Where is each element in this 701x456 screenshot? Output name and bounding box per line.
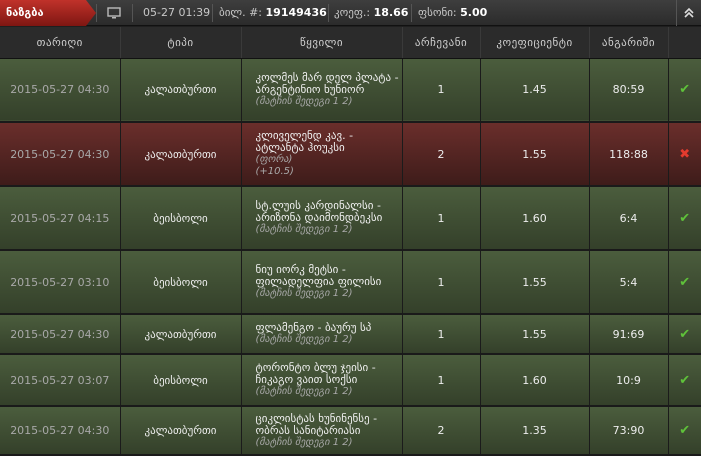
row-odds: 1.45 xyxy=(480,58,590,123)
table-row[interactable]: 2015-05-27 04:30 კალათბურთი ფლამენგო - ბაუ… xyxy=(0,314,701,355)
market-name: (მატჩის შედეგი 1 2) xyxy=(255,386,353,397)
row-choice: 2 xyxy=(402,122,481,187)
row-event: კოლმეს მარ დელ პლატა - არგენტინიო ხუნიორ… xyxy=(241,58,403,123)
fund-info: ფსონი: 5.00 xyxy=(418,0,487,26)
row-score: 6:4 xyxy=(589,186,669,251)
row-score: 80:59 xyxy=(589,58,669,123)
double-chevron-up-icon[interactable] xyxy=(676,0,701,26)
col-odds: კოეფიციენტი xyxy=(480,27,590,59)
col-choice: არჩევანი xyxy=(402,27,481,59)
market-name: (მატჩის შედეგი 1 2) xyxy=(255,224,353,235)
cross-icon: ✖ xyxy=(679,146,691,162)
event-name: ფლამენგო - ბაურუ სპ xyxy=(255,321,372,334)
row-type: ბეისბოლი xyxy=(120,186,242,251)
divider xyxy=(212,4,213,22)
row-type: ბეისბოლი xyxy=(120,354,242,407)
handicap-value: (+10.5) xyxy=(255,166,294,177)
ticket-number: 19149436 xyxy=(265,6,327,19)
row-date: 2015-05-27 04:30 xyxy=(0,58,121,123)
check-icon: ✔ xyxy=(679,372,691,388)
market-name: (მატჩის შედეგი 1 2) xyxy=(255,288,353,299)
row-score: 5:4 xyxy=(589,250,669,315)
row-event: სტ.ლუის კარდინალსი - არიზონა დაიმონდბეკს… xyxy=(241,186,403,251)
row-odds: 1.55 xyxy=(480,122,590,187)
coef-label: კოეფ.: xyxy=(334,6,371,19)
table-row[interactable]: 2015-05-27 04:30 კალათბურთი ციკლისტას ხუნი… xyxy=(0,406,701,456)
row-odds: 1.60 xyxy=(480,354,590,407)
row-type: კალათბურთი xyxy=(120,122,242,187)
bets-table: თარიღი ტიპი წყვილი არჩევანი კოეფიციენტი … xyxy=(0,27,701,456)
coef-info: კოეფ.: 18.66 xyxy=(334,0,408,26)
row-odds: 1.55 xyxy=(480,314,590,355)
table-row[interactable]: 2015-05-27 03:07 ბეისბოლი ტორონტო ბლუ ჯეის… xyxy=(0,354,701,407)
event-name: კოლმეს მარ დელ პლატა - არგენტინიო ხუნიორ xyxy=(255,70,399,96)
row-odds: 1.60 xyxy=(480,186,590,251)
row-odds: 1.55 xyxy=(480,250,590,315)
market-name: (მატჩის შედეგი 1 2) xyxy=(255,436,353,448)
fund-value: 5.00 xyxy=(460,6,488,19)
row-score: 10:9 xyxy=(589,354,669,407)
row-choice: 1 xyxy=(402,354,481,407)
row-date: 2015-05-27 04:30 xyxy=(0,314,121,355)
table-row[interactable]: 2015-05-27 04:30 კალათბურთი კოლმეს მარ დელ… xyxy=(0,58,701,123)
row-event: ფლამენგო - ბაურუ სპ (მატჩის შედეგი 1 2) xyxy=(241,314,403,355)
monitor-icon[interactable] xyxy=(107,6,121,20)
row-type: კალათბურთი xyxy=(120,314,242,355)
col-status xyxy=(668,27,701,59)
row-date: 2015-05-27 04:30 xyxy=(0,406,121,456)
row-event: ტორონტო ბლუ ჯეისი - ჩიკაგო ვაით სოქსი (მა… xyxy=(241,354,403,407)
table-row[interactable]: 2015-05-27 04:15 ბეისბოლი სტ.ლუის კარდინალ… xyxy=(0,186,701,251)
event-name: ტორონტო ბლუ ჯეისი - ჩიკაგო ვაით სოქსი xyxy=(255,361,376,386)
col-date: თარიღი xyxy=(0,27,121,59)
check-icon: ✔ xyxy=(679,210,691,226)
row-date: 2015-05-27 04:15 xyxy=(0,186,121,251)
check-icon: ✔ xyxy=(679,82,691,98)
event-name: ნიუ იორკ მეტსი - ფილადელფია ფილისი xyxy=(255,263,382,288)
divider xyxy=(328,4,329,22)
market-name: (მატჩის შედეგი 1 2) xyxy=(255,334,353,345)
section-tag[interactable]: ნაზგბა xyxy=(0,0,96,26)
check-icon: ✔ xyxy=(679,274,691,290)
row-choice: 1 xyxy=(402,58,481,123)
row-choice: 1 xyxy=(402,314,481,355)
row-event: კლიველენდ კავ. - ატლანტა ჰოუკსი (ფორა) (+1… xyxy=(241,122,403,187)
row-event: ნიუ იორკ მეტსი - ფილადელფია ფილისი (მატჩი… xyxy=(241,250,403,315)
col-score: ანგარიში xyxy=(589,27,669,59)
row-type: კალათბურთი xyxy=(120,58,242,123)
divider xyxy=(96,4,97,22)
row-score: 91:69 xyxy=(589,314,669,355)
row-score: 73:90 xyxy=(589,406,669,456)
market-name: (მატჩის შედეგი 1 2) xyxy=(255,95,353,107)
divider xyxy=(411,4,412,22)
table-row[interactable]: 2015-05-27 04:30 კალათბურთი კლიველენდ კავ.… xyxy=(0,122,701,187)
event-name: სტ.ლუის კარდინალსი - არიზონა დაიმონდბეკს… xyxy=(255,199,383,224)
bet-time: 05-27 01:39 xyxy=(143,6,211,19)
row-odds: 1.35 xyxy=(480,406,590,456)
row-date: 2015-05-27 03:10 xyxy=(0,250,121,315)
market-name: (ფორა) xyxy=(255,154,293,165)
col-pair: წყვილი xyxy=(241,27,403,59)
row-event: ციკლისტას ხუნინენსე - ობრას სანიტარიასი(… xyxy=(241,406,403,456)
col-type: ტიპი xyxy=(120,27,242,59)
fund-label: ფსონი: xyxy=(418,6,457,19)
table-row[interactable]: 2015-05-27 03:10 ბეისბოლი ნიუ იორკ მეტსი -… xyxy=(0,250,701,315)
row-choice: 1 xyxy=(402,186,481,251)
row-type: კალათბურთი xyxy=(120,406,242,456)
bet-slip-header: ნაზგბა 05-27 01:39 ბილ. #: 19149436 კოეფ… xyxy=(0,0,701,26)
ticket-info: ბილ. #: 19149436 xyxy=(219,0,327,26)
event-name: ციკლისტას ხუნინენსე - ობრას სანიტარიასი xyxy=(255,411,378,437)
event-name: კლიველენდ კავ. - ატლანტა ჰოუკსი xyxy=(255,129,354,154)
row-date: 2015-05-27 04:30 xyxy=(0,122,121,187)
ticket-label: ბილ. #: xyxy=(219,6,263,19)
row-choice: 1 xyxy=(402,250,481,315)
check-icon: ✔ xyxy=(679,326,691,342)
row-date: 2015-05-27 03:07 xyxy=(0,354,121,407)
row-choice: 2 xyxy=(402,406,481,456)
table-header: თარიღი ტიპი წყვილი არჩევანი კოეფიციენტი … xyxy=(0,27,701,59)
divider xyxy=(132,4,133,22)
row-type: ბეისბოლი xyxy=(120,250,242,315)
row-score: 118:88 xyxy=(589,122,669,187)
check-icon: ✔ xyxy=(679,423,691,438)
coef-value: 18.66 xyxy=(373,6,409,19)
